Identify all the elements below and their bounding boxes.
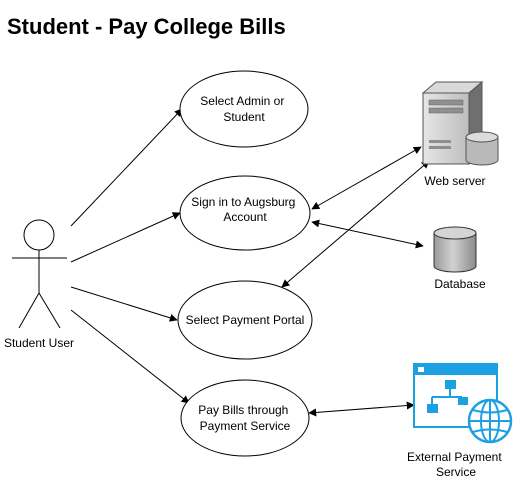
- pay-bills-external-service-connector: [308, 401, 415, 417]
- web-server-label: Web server: [424, 174, 485, 188]
- actor-to-payment-portal-connector: [70, 286, 178, 322]
- external-service-label-line-1: External Payment: [407, 450, 502, 464]
- external-service-label-line-2: Service: [436, 465, 476, 479]
- use-case-sign-in-line-1: Sign in to Augsburg: [191, 195, 295, 209]
- actor-label: Student User: [4, 336, 74, 350]
- use-case-sign-in-line-2: Account: [223, 210, 267, 224]
- use-case-pay-bills-line-1: Pay Bills through: [198, 403, 288, 417]
- actor-right-leg: [38, 292, 61, 329]
- external-service-label: External Payment Service: [407, 450, 505, 479]
- use-case-pay-bills-line-2: Payment Service: [200, 419, 291, 433]
- web-service-icon: [413, 363, 513, 444]
- use-case-pay-bills: Pay Bills through Payment Service: [180, 379, 310, 457]
- actor-to-select-admin-connector: [70, 108, 183, 227]
- sign-in-web-server-connector: [311, 146, 422, 210]
- actor-figure: [12, 219, 67, 329]
- server-icon: [421, 80, 499, 166]
- use-case-select-admin-line-2: Student: [223, 110, 265, 124]
- actor-to-sign-in-connector: [70, 212, 181, 263]
- sign-in-database-connector: [311, 219, 424, 249]
- database-label: Database: [434, 277, 486, 291]
- actor-left-leg: [18, 292, 40, 329]
- actor-to-pay-bills-connector: [70, 309, 190, 404]
- use-case-select-admin: Select Admin or Student: [179, 70, 309, 148]
- diagram-canvas: Student - Pay College Bills Student User…: [0, 0, 522, 479]
- actor-head: [23, 219, 55, 251]
- svg-text:Select Payment Portal: Select Payment Portal: [186, 313, 305, 327]
- use-case-payment-portal-line-1: Select Payment Portal: [186, 313, 305, 327]
- use-case-sign-in: Sign in to Augsburg Account: [179, 175, 311, 251]
- database-icon: [433, 226, 477, 273]
- use-case-diagram: Student User Select Admin or Student Sig…: [4, 70, 513, 479]
- use-case-select-admin-line-1: Select Admin or: [200, 94, 284, 108]
- use-case-payment-portal: Select Payment Portal: [177, 280, 313, 360]
